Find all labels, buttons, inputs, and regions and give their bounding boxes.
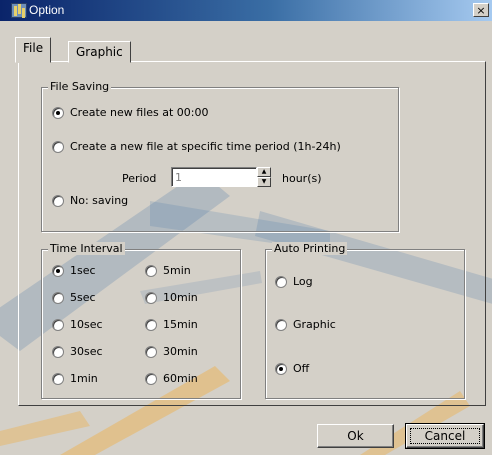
- radio-button: [145, 372, 157, 385]
- radio-print-off[interactable]: Off: [275, 362, 309, 375]
- radio-interval-10min[interactable]: 10min: [145, 291, 198, 304]
- period-input[interactable]: [171, 167, 257, 187]
- radio-interval-1min[interactable]: 1min: [52, 372, 98, 385]
- radio-button: [145, 264, 157, 277]
- window-title: Option: [29, 3, 65, 17]
- radio-button: [52, 318, 64, 331]
- radio-print-log[interactable]: Log: [275, 275, 313, 288]
- app-icon: [11, 3, 27, 18]
- cancel-button-label: Cancel: [424, 429, 466, 443]
- radio-button: [145, 318, 157, 331]
- radio-interval-60min[interactable]: 60min: [145, 372, 198, 385]
- radio-label: Graphic: [293, 318, 336, 331]
- radio-interval-30min[interactable]: 30min: [145, 345, 198, 358]
- file-saving-legend: File Saving: [48, 80, 112, 93]
- radio-button: [275, 275, 287, 288]
- radio-button: [275, 362, 287, 375]
- option-dialog: Option × File Graphic File Saving Create…: [0, 0, 492, 455]
- radio-button: [52, 140, 64, 153]
- radio-create-at-midnight[interactable]: Create new files at 00:00: [52, 106, 209, 119]
- radio-label: 15min: [163, 318, 198, 331]
- radio-label: 1min: [70, 372, 98, 385]
- radio-label: 1sec: [70, 264, 96, 277]
- radio-label: 30min: [163, 345, 198, 358]
- tab-graphic[interactable]: Graphic: [68, 41, 131, 63]
- ok-button[interactable]: Ok: [317, 424, 394, 448]
- radio-label: No: saving: [70, 194, 129, 207]
- auto-printing-legend: Auto Printing: [272, 242, 348, 255]
- radio-label: 10min: [163, 291, 198, 304]
- time-interval-legend: Time Interval: [48, 242, 125, 255]
- radio-print-graphic[interactable]: Graphic: [275, 318, 336, 331]
- radio-button: [52, 372, 64, 385]
- cancel-button[interactable]: Cancel: [405, 423, 485, 449]
- radio-button: [52, 345, 64, 358]
- radio-interval-15min[interactable]: 15min: [145, 318, 198, 331]
- period-label: Period: [122, 172, 157, 185]
- radio-label: Create new files at 00:00: [70, 106, 209, 119]
- radio-button: [52, 106, 64, 119]
- tab-file-label: File: [23, 41, 44, 55]
- radio-label: Off: [293, 362, 310, 375]
- radio-label: 60min: [163, 372, 198, 385]
- tab-file[interactable]: File: [15, 37, 52, 63]
- period-unit: hour(s): [282, 172, 322, 185]
- radio-button: [52, 194, 64, 207]
- period-spinner[interactable]: ▲ ▼: [257, 167, 271, 187]
- radio-label: 30sec: [70, 345, 103, 358]
- radio-label: 10sec: [70, 318, 103, 331]
- radio-label: 5min: [163, 264, 191, 277]
- radio-button: [52, 291, 64, 304]
- radio-no-saving[interactable]: No: saving: [52, 194, 128, 207]
- radio-label: 5sec: [70, 291, 96, 304]
- radio-interval-1sec[interactable]: 1sec: [52, 264, 96, 277]
- radio-create-at-period[interactable]: Create a new file at specific time perio…: [52, 140, 341, 153]
- radio-interval-10sec[interactable]: 10sec: [52, 318, 103, 331]
- radio-interval-5min[interactable]: 5min: [145, 264, 191, 277]
- radio-button: [145, 291, 157, 304]
- radio-label: Create a new file at specific time perio…: [70, 140, 341, 153]
- radio-button: [275, 318, 287, 331]
- close-icon: ×: [476, 4, 486, 17]
- radio-button: [145, 345, 157, 358]
- radio-label: Log: [293, 275, 313, 288]
- spin-down-icon[interactable]: ▼: [257, 177, 271, 187]
- title-bar[interactable]: Option ×: [0, 0, 492, 21]
- ok-button-label: Ok: [347, 429, 364, 443]
- spin-up-icon[interactable]: ▲: [257, 167, 271, 177]
- radio-interval-5sec[interactable]: 5sec: [52, 291, 96, 304]
- tab-graphic-label: Graphic: [76, 45, 123, 59]
- close-button[interactable]: ×: [473, 3, 489, 17]
- radio-button: [52, 264, 64, 277]
- radio-interval-30sec[interactable]: 30sec: [52, 345, 103, 358]
